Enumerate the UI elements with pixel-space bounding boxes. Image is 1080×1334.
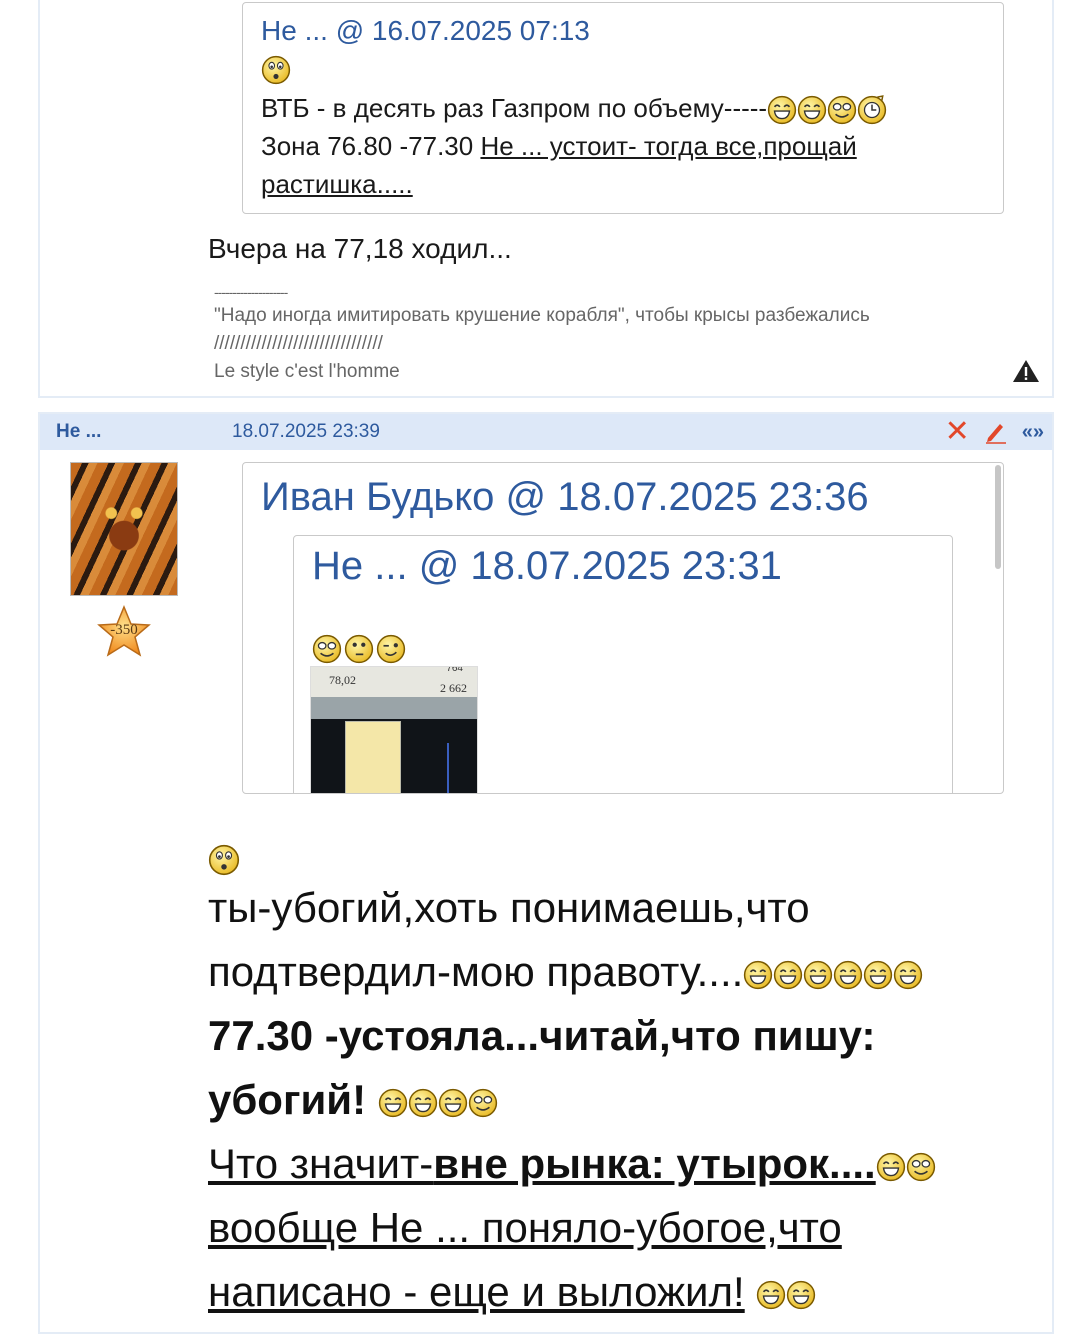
image-tooltip xyxy=(345,721,401,793)
delete-x-icon[interactable]: ✕ xyxy=(945,417,970,447)
post-line-bold: вне рынка: утырок.... xyxy=(433,1140,876,1187)
post-line: написано - еще и выложил! xyxy=(208,1260,1008,1324)
quote-link[interactable]: растишка..... xyxy=(261,165,985,203)
quote-block: Иван Будько @ 18.07.2025 23:36 Не ... @ … xyxy=(242,462,1004,794)
image-text: 2 662 xyxy=(440,681,467,695)
post-line: ты-убогий,хоть понимаешь,что xyxy=(208,884,810,931)
post-line: подтвердил-мою правоту.... xyxy=(208,940,1008,1004)
image-toolbar xyxy=(311,697,477,719)
signature-motto: Le style c'est l'homme xyxy=(214,361,400,382)
signature-divider: -------------------- xyxy=(214,284,288,300)
worried-smiley-icon xyxy=(261,55,291,85)
cool-smiley-icon xyxy=(906,1152,935,1182)
avatar[interactable] xyxy=(70,462,178,596)
laugh-smiley-icon xyxy=(757,1280,786,1310)
forum-post: Не ... @ 16.07.2025 07:13 ВТБ - в десять… xyxy=(38,0,1054,398)
laugh-smiley-icon xyxy=(797,95,827,125)
laugh-smiley-icon xyxy=(864,960,893,990)
quote-header[interactable]: Не ... @ 18.07.2025 23:31 xyxy=(312,542,782,590)
post-text: ты-убогий,хоть понимаешь,что подтвердил-… xyxy=(208,876,1008,1324)
quote-text: Зона 76.80 -77.30 xyxy=(261,131,481,161)
pencil-icon[interactable] xyxy=(984,420,1008,444)
post-text: Вчера на 77,18 ходил... xyxy=(208,233,512,264)
post-tools: ✕ «» xyxy=(945,417,1044,447)
post-line: 77.30 -устояла...читай,что пишу: xyxy=(208,1004,1008,1068)
signature: -------------------- "Надо иногда имитир… xyxy=(214,282,870,386)
laugh-smiley-icon xyxy=(774,960,803,990)
signature-quote: "Надо иногда имитировать крушение корабл… xyxy=(214,305,870,326)
post-header-bar: Не ... 18.07.2025 23:39 ✕ «» xyxy=(40,414,1052,450)
post-line: убогий! xyxy=(208,1068,1008,1132)
image-cursor-line xyxy=(447,743,449,793)
post-author[interactable]: Не ... xyxy=(56,421,101,443)
image-text: 78,02 xyxy=(329,673,356,687)
laugh-smiley-icon xyxy=(767,95,797,125)
quote-line: Зона 76.80 -77.30 Не ... устоит- тогда в… xyxy=(261,127,985,165)
warning-triangle-icon[interactable] xyxy=(1012,358,1040,384)
image-text: 764 xyxy=(446,666,463,674)
forum-post: Не ... 18.07.2025 23:39 ✕ «» -350 Иван Б… xyxy=(38,412,1054,1334)
quote-link[interactable]: Не ... устоит- тогда все,прощай xyxy=(480,131,856,161)
post-line: вообще Не ... поняло-убогое,что xyxy=(208,1204,842,1251)
post-line-bold: убогий! xyxy=(208,1076,367,1123)
laugh-smiley-icon xyxy=(876,1152,905,1182)
post-line-bold: 77.30 -устояла...читай,что пишу: xyxy=(208,1012,876,1059)
quote-text: ВТБ - в десять раз Газпром по объему----… xyxy=(261,93,768,123)
laugh-smiley-icon xyxy=(378,1088,407,1118)
rank-value: -350 xyxy=(110,622,138,638)
roll-eyes-smiley-icon xyxy=(344,634,374,664)
scrollbar[interactable] xyxy=(995,465,1001,569)
post-line: Что значит-вне рынка: утырок.... xyxy=(208,1132,1008,1196)
clock-smiley-icon xyxy=(857,95,887,125)
quote-button[interactable]: «» xyxy=(1022,421,1044,444)
post-date[interactable]: 18.07.2025 23:39 xyxy=(232,421,380,443)
chart-screenshot-image[interactable]: 764 78,02 2 662 xyxy=(310,666,478,793)
post-line-text: подтвердил-мою правоту.... xyxy=(208,948,744,995)
laugh-smiley-icon xyxy=(744,960,773,990)
laugh-smiley-icon xyxy=(438,1088,467,1118)
post-line-text: Что значит- xyxy=(208,1140,434,1187)
quote-line: ВТБ - в десять раз Газпром по объему----… xyxy=(261,89,985,127)
cool-smiley-icon xyxy=(312,634,342,664)
wink-smiley-icon xyxy=(376,634,406,664)
worried-smiley-icon xyxy=(208,844,240,876)
quote-header[interactable]: Не ... @ 16.07.2025 07:13 xyxy=(261,11,985,51)
smiley-group xyxy=(312,634,406,664)
quote-header[interactable]: Иван Будько @ 18.07.2025 23:36 xyxy=(261,473,869,521)
roll-eyes-smiley-icon xyxy=(827,95,857,125)
cool-smiley-icon xyxy=(468,1088,497,1118)
post-line-text: написано - еще и выложил! xyxy=(208,1268,745,1315)
laugh-smiley-icon xyxy=(834,960,863,990)
nested-quote-block: Не ... @ 18.07.2025 23:31 764 78,02 2 66… xyxy=(293,535,953,793)
laugh-smiley-icon xyxy=(804,960,833,990)
laugh-smiley-icon xyxy=(408,1088,437,1118)
signature-slashes: //////////////////////////////// xyxy=(214,333,383,354)
laugh-smiley-icon xyxy=(787,1280,816,1310)
laugh-smiley-icon xyxy=(894,960,923,990)
quote-block: Не ... @ 16.07.2025 07:13 ВТБ - в десять… xyxy=(242,2,1004,214)
